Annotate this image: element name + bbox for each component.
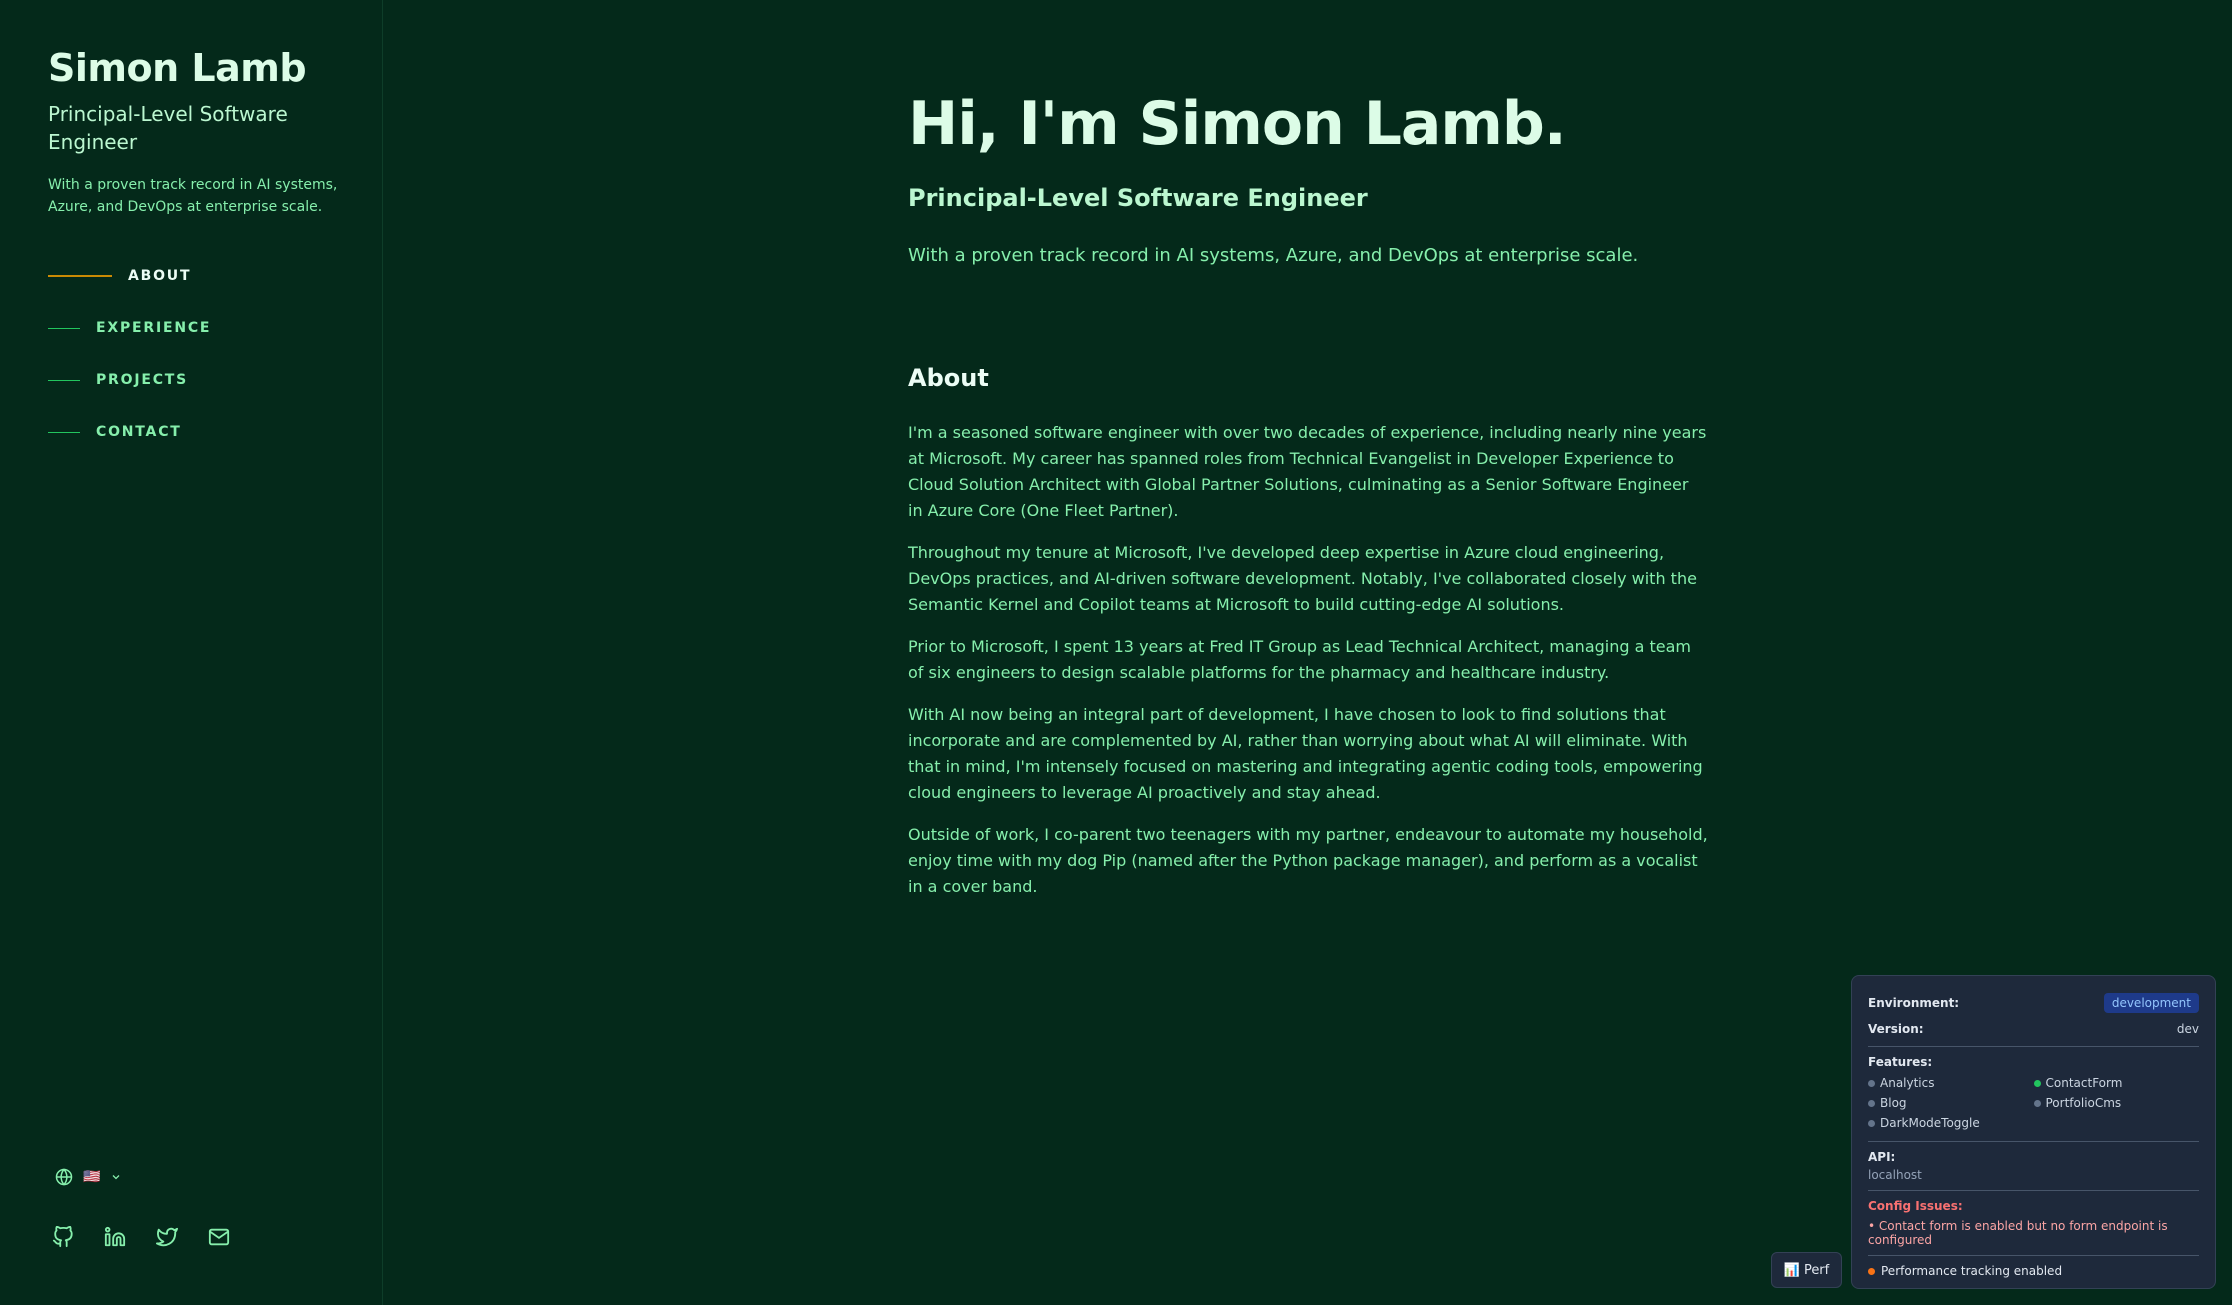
nav-indicator-line <box>48 327 80 329</box>
nav-indicator-line <box>48 431 80 433</box>
hero-subtitle: Principal-Level Software Engineer <box>908 184 1368 212</box>
nav-item-contact[interactable]: CONTACT <box>48 406 334 458</box>
chart-icon: 📊 <box>1783 1262 1800 1278</box>
feature-status-dot <box>1868 1119 1875 1127</box>
about-paragraph: Prior to Microsoft, I spent 13 years at … <box>908 637 1692 682</box>
section-nav: ABOUT EXPERIENCE PROJECTS CONTACT <box>48 250 334 458</box>
about-paragraph: I'm a seasoned software engineer with ov… <box>908 423 1707 520</box>
feature-name: PortfolioCms <box>2045 1096 2122 1110</box>
divider <box>1868 1141 2199 1142</box>
nav-label: EXPERIENCE <box>96 320 212 336</box>
version-label: Version: <box>1868 1022 1924 1036</box>
about-paragraph: With AI now being an integral part of de… <box>908 705 1703 802</box>
mail-icon[interactable] <box>208 1226 230 1248</box>
features-list: Analytics ContactForm Blog PortfolioCms … <box>1868 1075 2199 1131</box>
feature-item: PortfolioCms <box>2033 1095 2200 1111</box>
main-content: Hi, I'm Simon Lamb. Principal-Level Soft… <box>908 0 1708 900</box>
feature-item: Analytics <box>1868 1075 2034 1091</box>
version-value: dev <box>2176 1022 2199 1036</box>
config-issues-label: Config Issues: <box>1868 1199 1963 1213</box>
language-selector[interactable]: 🇺🇸 <box>55 1168 122 1186</box>
about-paragraph: Outside of work, I co-parent two teenage… <box>908 825 1708 896</box>
nav-label: ABOUT <box>128 268 192 284</box>
nav-indicator-line <box>48 379 80 381</box>
perf-button[interactable]: 📊 Perf <box>1771 1252 1842 1288</box>
feature-status-dot <box>2033 1099 2041 1107</box>
feature-name: ContactForm <box>2045 1076 2123 1090</box>
api-label: API: <box>1868 1150 1896 1164</box>
hero-tagline: With a proven track record in AI systems… <box>908 245 1639 266</box>
about-paragraph: Throughout my tenure at Microsoft, I've … <box>908 543 1697 614</box>
feature-name: DarkModeToggle <box>1880 1116 1980 1130</box>
api-value: localhost <box>1868 1168 1922 1182</box>
features-label: Features: <box>1868 1055 1933 1069</box>
linkedin-icon[interactable] <box>104 1226 126 1248</box>
divider <box>1868 1046 2199 1047</box>
twitter-icon[interactable] <box>156 1226 178 1248</box>
dev-config-panel: Environment: development Version: dev Fe… <box>1851 975 2216 1289</box>
perf-button-label: Perf <box>1803 1262 1830 1278</box>
sidebar-name: Simon Lamb <box>48 46 307 90</box>
environment-label: Environment: <box>1868 996 1960 1010</box>
feature-status-dot <box>1868 1099 1875 1107</box>
feature-status-dot <box>1868 1079 1875 1087</box>
hero-title: Hi, I'm Simon Lamb. <box>908 89 1567 159</box>
globe-icon <box>55 1168 73 1186</box>
environment-row: Environment: development <box>1868 990 2199 1016</box>
about-section: About I'm a seasoned software engineer w… <box>908 362 1708 900</box>
sidebar: Simon Lamb Principal-Level Software Engi… <box>0 0 383 1305</box>
nav-item-projects[interactable]: PROJECTS <box>48 354 334 406</box>
config-issue-item: • Contact form is enabled but no form en… <box>1868 1219 2168 1247</box>
environment-badge: development <box>2103 993 2199 1013</box>
nav-indicator-line <box>48 275 112 277</box>
sidebar-tagline: With a proven track record in AI systems… <box>48 177 338 215</box>
feature-name: Analytics <box>1880 1076 1935 1090</box>
language-flag: 🇺🇸 <box>83 1169 101 1185</box>
github-icon[interactable] <box>52 1226 74 1248</box>
sidebar-title: Principal-Level Software Engineer <box>48 102 288 154</box>
version-row: Version: dev <box>1868 1016 2199 1042</box>
feature-item: Blog <box>1868 1095 2034 1111</box>
divider <box>1868 1190 2199 1191</box>
chevron-down-icon <box>112 1175 120 1180</box>
social-links <box>52 1226 230 1248</box>
nav-item-about[interactable]: ABOUT <box>48 250 334 302</box>
perf-tracking-text: Performance tracking enabled <box>1881 1264 2063 1278</box>
nav-item-experience[interactable]: EXPERIENCE <box>48 302 334 354</box>
feature-status-dot <box>2033 1079 2041 1087</box>
nav-label: PROJECTS <box>96 372 189 388</box>
feature-name: Blog <box>1880 1096 1907 1110</box>
about-heading: About <box>908 364 989 392</box>
nav-label: CONTACT <box>96 424 182 440</box>
feature-item: DarkModeToggle <box>1868 1115 2034 1131</box>
perf-tracking-status: Performance tracking enabled <box>1868 1264 2199 1278</box>
divider <box>1868 1255 2199 1256</box>
perf-status-dot <box>1868 1267 1875 1275</box>
feature-item: ContactForm <box>2033 1075 2200 1091</box>
